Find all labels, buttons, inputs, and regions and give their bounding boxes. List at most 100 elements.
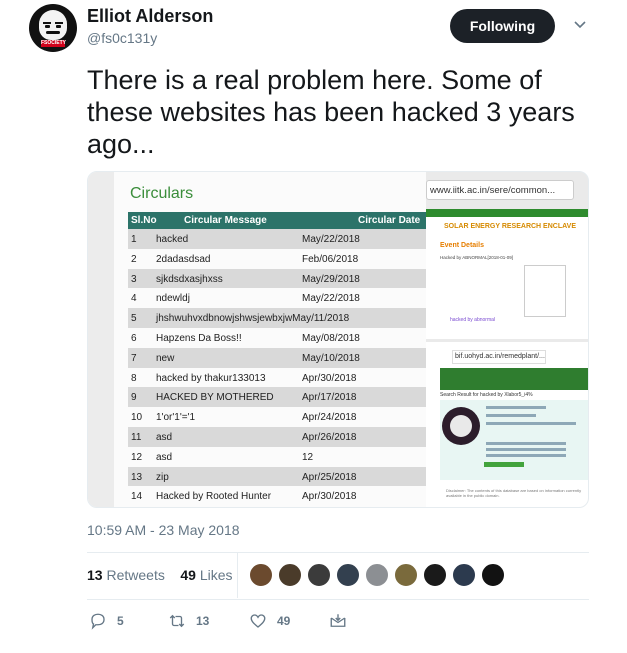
liker-avatar[interactable]: [423, 563, 447, 587]
hacked-sites-screenshot: www.iitk.ac.in/sere/common... SOLAR ENER…: [426, 172, 588, 507]
hacked-line: Hacked by ABNORMAL[2018-01-09]: [440, 255, 514, 260]
table-row: 3 sjkdsdxasjhxss May/29/2018: [128, 268, 426, 289]
search-result-line: Search Result for hacked by Xlabor5_i4%: [440, 392, 533, 398]
row-date: May/22/2018: [302, 293, 360, 305]
row-number: 7: [131, 352, 137, 364]
hacked-note: hacked by abnormal: [450, 317, 496, 323]
author-handle[interactable]: @fs0c131y: [87, 30, 157, 46]
row-date: May/22/2018: [302, 234, 360, 245]
likes-label[interactable]: Likes: [200, 567, 233, 583]
url-bar-top: www.iitk.ac.in/sere/common...: [426, 180, 574, 200]
likes-count[interactable]: 49: [180, 567, 196, 583]
table-row: 8 hacked by thakur133013 Apr/30/2018: [128, 368, 426, 388]
url-bar-bottom: bif.uohyd.ac.in/remedplant/...: [452, 350, 546, 364]
table-row: 13 zip Apr/25/2018: [128, 466, 426, 487]
event-heading: Event Details: [440, 242, 484, 249]
chevron-down-icon[interactable]: [573, 18, 587, 32]
table-row: 1 hacked May/22/2018: [128, 229, 426, 249]
row-number: 12: [131, 451, 143, 463]
retweet-button[interactable]: 13: [168, 612, 209, 630]
liker-avatar[interactable]: [336, 563, 360, 587]
table-row: 4 ndewldj May/22/2018: [128, 288, 426, 308]
row-date: 12: [302, 451, 314, 463]
heart-icon: [250, 614, 266, 628]
envelope-icon: [330, 614, 346, 627]
row-number: 10: [131, 412, 143, 424]
table-row: 11 asd Apr/26/2018: [128, 426, 426, 447]
row-date: Apr/17/2018: [302, 392, 357, 404]
circulars-table: Sl.No Circular Message Circular Date 1 ha…: [128, 212, 426, 506]
like-count: 49: [277, 614, 291, 628]
header-slno: Sl.No: [131, 215, 157, 226]
row-message: 1'or'1'='1: [156, 412, 196, 424]
table-row: 5 jhshwuhvxdbnowjshwsjewbxjwMay/11/2018: [128, 308, 426, 328]
row-message: Hapzens Da Boss!!: [156, 332, 242, 344]
header-message: Circular Message: [184, 215, 267, 226]
reply-count: 5: [117, 614, 124, 628]
row-message: hacked by thakur133013: [156, 372, 266, 384]
liker-avatar[interactable]: [307, 563, 331, 587]
row-number: 8: [131, 372, 137, 384]
row-date: Apr/26/2018: [302, 431, 357, 443]
direct-message-button[interactable]: [329, 612, 357, 630]
table-row: 7 new May/10/2018: [128, 347, 426, 368]
row-message: 2dadasdsad: [156, 253, 211, 265]
row-number: 1: [131, 234, 137, 245]
like-button[interactable]: 49: [249, 612, 290, 630]
row-number: 13: [131, 471, 143, 483]
site-title: SOLAR ENERGY RESEARCH ENCLAVE: [444, 223, 576, 230]
table-row: 10 1'or'1'='1 Apr/24/2018: [128, 407, 426, 427]
retweets-label[interactable]: Retweets: [106, 567, 164, 583]
header-date: Circular Date: [358, 215, 421, 226]
reply-button[interactable]: 5: [89, 612, 124, 630]
row-number: 14: [131, 491, 143, 503]
liker-avatar[interactable]: [452, 563, 476, 587]
tweet-media[interactable]: Circulars Sl.No Circular Message Circula…: [87, 171, 589, 508]
circulars-screenshot: Circulars Sl.No Circular Message Circula…: [88, 172, 426, 507]
retweets-count[interactable]: 13: [87, 567, 103, 583]
author-name[interactable]: Elliot Alderson: [87, 6, 213, 27]
table-row: 9 HACKED BY MOTHERED Apr/17/2018: [128, 387, 426, 408]
row-date: Apr/25/2018: [302, 471, 357, 483]
avatar[interactable]: FSOCIETY: [29, 4, 77, 52]
row-date: May/29/2018: [302, 273, 360, 285]
row-message: new: [156, 352, 175, 364]
image-placeholder: [524, 265, 566, 317]
retweet-count: 13: [196, 614, 210, 628]
row-number: 4: [131, 293, 137, 305]
liker-avatar[interactable]: [278, 563, 302, 587]
row-message: zip: [156, 471, 169, 483]
tweet-timestamp[interactable]: 10:59 AM - 23 May 2018: [87, 522, 240, 538]
row-date: Apr/30/2018: [302, 491, 357, 503]
row-date: May/08/2018: [302, 332, 360, 344]
retweet-icon: [169, 614, 185, 628]
row-message: Hacked by Rooted Hunter: [156, 491, 272, 503]
row-message: ndewldj: [156, 293, 190, 305]
row-date: Apr/30/2018: [302, 372, 357, 384]
liker-avatar[interactable]: [481, 563, 505, 587]
liker-avatar[interactable]: [365, 563, 389, 587]
row-number: 3: [131, 273, 137, 285]
row-date: Apr/24/2018: [302, 412, 357, 424]
table-row: 12 asd 12: [128, 447, 426, 467]
liker-avatar[interactable]: [394, 563, 418, 587]
row-number: 5: [131, 313, 137, 325]
row-message: HACKED BY MOTHERED: [156, 392, 274, 404]
row-message: hacked: [156, 234, 189, 245]
following-button[interactable]: Following: [450, 9, 555, 43]
tweet-stats: 13 Retweets 49 Likes: [87, 567, 233, 583]
avatar-tag: FSOCIETY: [41, 40, 67, 47]
row-message: jhshwuhvxdbnowjshwsjewbxjwMay/11/2018: [156, 313, 350, 325]
table-row: 14 Hacked by Rooted Hunter Apr/30/2018: [128, 486, 426, 506]
row-date: May/10/2018: [302, 352, 360, 364]
row-number: 9: [131, 392, 137, 404]
disclaimer: Disclaimer: The contents of this databas…: [446, 488, 582, 498]
row-number: 6: [131, 332, 137, 344]
row-message: sjkdsdxasjhxss: [156, 273, 223, 285]
tweet-text: There is a real problem here. Some of th…: [87, 65, 575, 159]
liker-avatar[interactable]: [249, 563, 273, 587]
reply-icon: [91, 613, 105, 630]
circulars-title: Circulars: [130, 185, 194, 202]
fsociety-mask-icon: [39, 10, 67, 40]
table-row: 2 2dadasdsad Feb/06/2018: [128, 249, 426, 269]
